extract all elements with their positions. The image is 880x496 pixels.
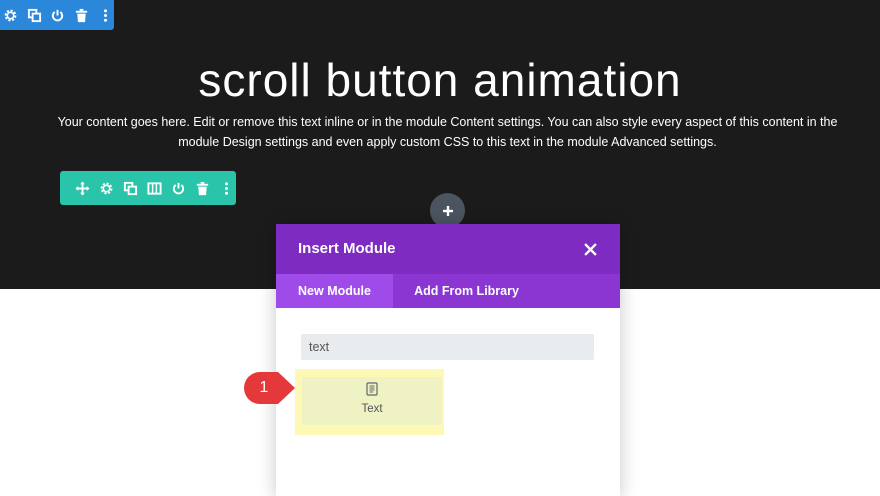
tab-add-from-library[interactable]: Add From Library: [393, 274, 540, 308]
modal-tabs: New Module Add From Library: [276, 274, 620, 308]
more-vertical-icon[interactable]: [97, 7, 114, 24]
close-icon[interactable]: [581, 240, 599, 258]
duplicate-icon[interactable]: [26, 7, 43, 24]
gear-icon[interactable]: [2, 7, 19, 24]
row-toolbar: [60, 171, 236, 205]
trash-icon[interactable]: [194, 180, 211, 197]
step-number: 1: [259, 379, 269, 396]
modal-title: Insert Module: [298, 240, 396, 257]
text-module-icon: [365, 382, 379, 396]
move-icon[interactable]: [74, 180, 91, 197]
modal-header: Insert Module: [276, 224, 620, 274]
trash-icon[interactable]: [73, 7, 90, 24]
power-icon[interactable]: [50, 7, 67, 24]
page-title: scroll button animation: [198, 54, 682, 106]
plus-icon: [442, 205, 453, 216]
text-module-label: Text: [361, 403, 383, 415]
tab-new-module[interactable]: New Module: [276, 274, 393, 308]
add-module-button[interactable]: [430, 193, 465, 228]
power-icon[interactable]: [170, 180, 187, 197]
duplicate-icon[interactable]: [122, 180, 139, 197]
section-toolbar: [0, 0, 114, 30]
insert-module-modal: Insert Module New Module Add From Librar…: [276, 224, 620, 496]
hero-body-text: Your content goes here. Edit or remove t…: [57, 115, 838, 149]
text-module-card[interactable]: Text: [302, 377, 442, 425]
columns-icon[interactable]: [146, 180, 163, 197]
module-search-input[interactable]: [301, 334, 594, 360]
step-annotation-badge: 1: [242, 370, 298, 406]
gear-icon[interactable]: [98, 180, 115, 197]
more-vertical-icon[interactable]: [218, 180, 235, 197]
